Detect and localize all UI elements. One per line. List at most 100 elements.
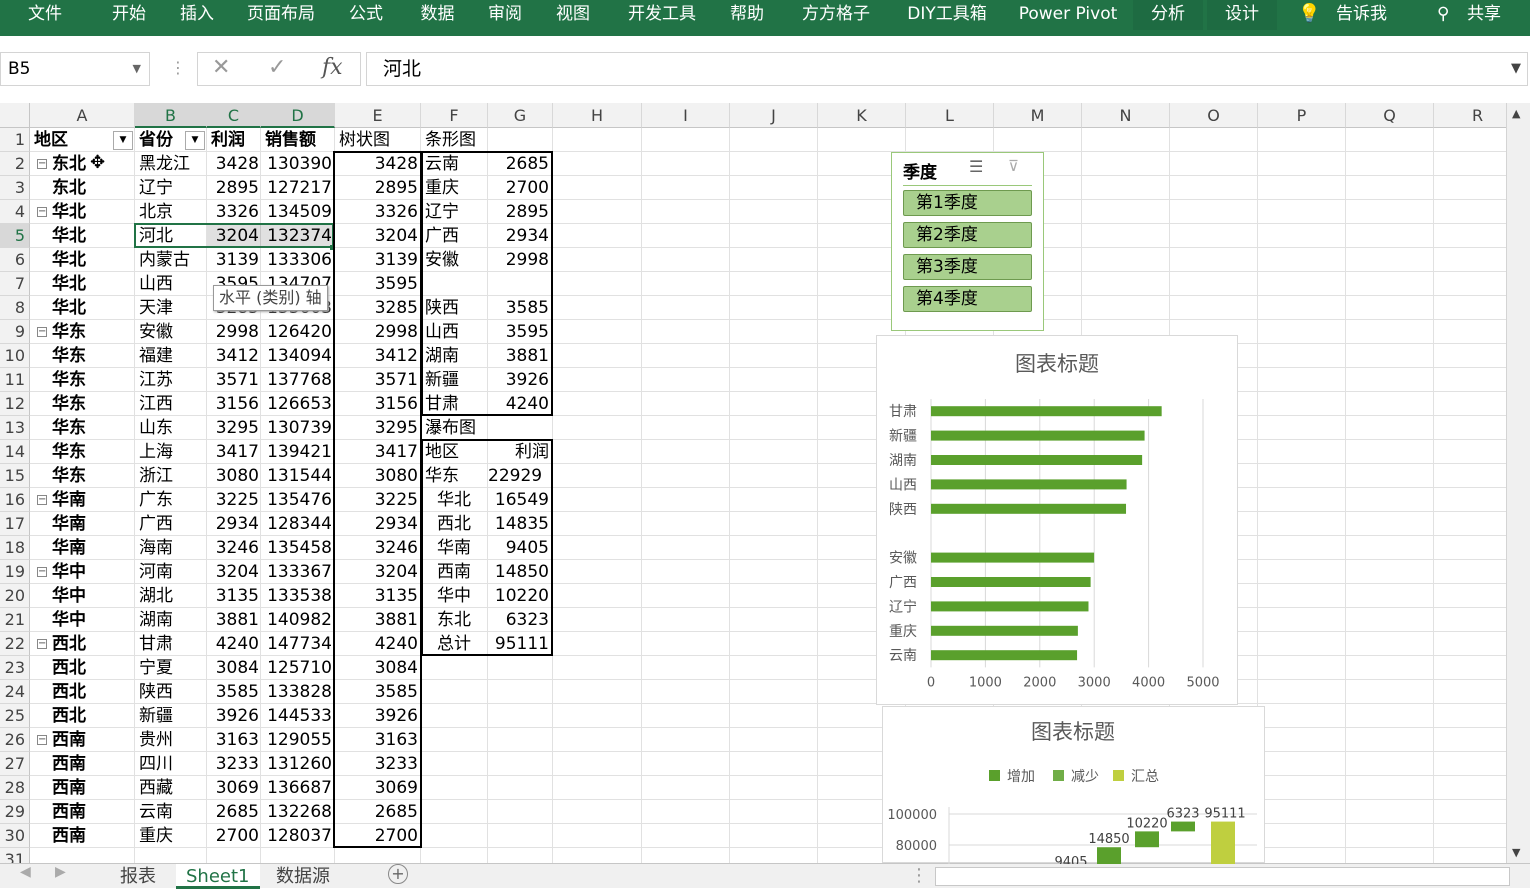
province-cell[interactable]: 湖北 <box>139 584 205 608</box>
bar-value-cell[interactable] <box>488 656 549 680</box>
sales-cell[interactable]: 131544 <box>261 464 332 488</box>
row-header-23[interactable]: 23 <box>0 656 30 680</box>
province-cell[interactable]: 山西 <box>139 272 205 296</box>
column-header-O[interactable]: O <box>1170 103 1258 128</box>
region-cell[interactable]: 华北 <box>52 272 132 296</box>
worksheet-grid[interactable]: A B C D E F G H I J K L M N O P Q R 1 2 3 4 5 6 7 8 9 10 11 12 13 14 15 1… <box>0 103 1506 863</box>
province-cell[interactable]: 陕西 <box>139 680 205 704</box>
scroll-up-icon[interactable]: ▲ <box>1512 107 1520 120</box>
sales-cell[interactable]: 132268 <box>261 800 332 824</box>
province-cell[interactable]: 西藏 <box>139 776 205 800</box>
row-header-22[interactable]: 22 <box>0 632 30 656</box>
formula-input[interactable]: 河北 ▼ <box>366 52 1528 86</box>
bar-value-cell[interactable] <box>488 704 549 728</box>
column-header-J[interactable]: J <box>730 103 818 128</box>
row-header-29[interactable]: 29 <box>0 800 30 824</box>
sales-cell[interactable]: 129055 <box>261 728 332 752</box>
row-header-21[interactable]: 21 <box>0 608 30 632</box>
region-cell[interactable]: 西北 <box>52 632 132 656</box>
ribbon-tab-13[interactable]: 分析 <box>1133 0 1203 30</box>
column-header-K[interactable]: K <box>818 103 906 128</box>
chevron-down-icon[interactable]: ▼ <box>133 53 141 85</box>
bar[interactable] <box>931 577 1091 587</box>
expand-formula-icon[interactable]: ▼ <box>1511 53 1521 85</box>
ribbon-tab-10[interactable]: 方方格子 <box>791 0 881 30</box>
ribbon-tab-11[interactable]: DIY工具箱 <box>897 0 997 30</box>
add-sheet-icon[interactable]: + <box>388 864 408 884</box>
province-cell[interactable]: 湖南 <box>139 608 205 632</box>
profit-cell[interactable]: 2685 <box>207 800 259 824</box>
bar-value-cell[interactable] <box>488 800 549 824</box>
sales-cell[interactable]: 130739 <box>261 416 332 440</box>
province-cell[interactable]: 内蒙古 <box>139 248 205 272</box>
sheet-tab-1[interactable]: Sheet1 <box>176 864 260 889</box>
column-header-I[interactable]: I <box>642 103 730 128</box>
bar[interactable] <box>931 406 1162 417</box>
profit-cell[interactable]: 3585 <box>207 680 259 704</box>
confirm-icon[interactable]: ✓ <box>268 55 286 80</box>
region-cell[interactable]: 华中 <box>52 560 132 584</box>
column-header-C[interactable]: C <box>207 103 261 128</box>
profit-cell[interactable]: 2934 <box>207 512 259 536</box>
ribbon-tab-3[interactable]: 页面布局 <box>236 0 326 30</box>
clear-filter-icon[interactable]: ⊽ <box>1008 157 1019 175</box>
profit-cell[interactable]: 3233 <box>207 752 259 776</box>
region-cell[interactable]: 西南 <box>52 776 132 800</box>
ribbon-tab-14[interactable]: 设计 <box>1207 0 1277 30</box>
slicer-item-4[interactable]: 第4季度 <box>903 286 1032 312</box>
bar[interactable] <box>931 479 1127 490</box>
waterfall-bar[interactable] <box>1171 821 1195 832</box>
row-header-26[interactable]: 26 <box>0 728 30 752</box>
sales-cell[interactable]: 137768 <box>261 368 332 392</box>
ribbon-tab-1[interactable]: 开始 <box>99 0 159 30</box>
collapse-icon[interactable]: − <box>37 207 47 217</box>
province-cell[interactable]: 甘肃 <box>139 632 205 656</box>
sales-cell[interactable]: 128037 <box>261 824 332 848</box>
province-cell[interactable]: 河南 <box>139 560 205 584</box>
name-box[interactable]: B5 ▼ <box>0 52 150 86</box>
filter-dropdown-icon[interactable]: ▼ <box>113 131 133 150</box>
region-cell[interactable]: 华南 <box>52 488 132 512</box>
ribbon-tab-2[interactable]: 插入 <box>167 0 227 30</box>
row-header-28[interactable]: 28 <box>0 776 30 800</box>
region-cell[interactable]: 西南 <box>52 800 132 824</box>
slicer-quarter[interactable]: 季度 ☰ ⊽ 第1季度 第2季度 第3季度 第4季度 <box>891 152 1044 331</box>
column-header-A[interactable]: A <box>30 103 135 128</box>
bar-chart[interactable]: 图表标题 0 1000 2000 3000 4000 5000 甘肃 新疆 湖南 山西 陕西 安徽 广西辽… <box>876 335 1238 705</box>
region-cell[interactable]: 西南 <box>52 824 132 848</box>
profit-cell[interactable]: 3204 <box>207 560 259 584</box>
profit-cell[interactable]: 2998 <box>207 320 259 344</box>
bar-label-cell[interactable] <box>425 776 485 800</box>
region-cell[interactable]: 西南 <box>52 728 132 752</box>
collapse-icon[interactable]: − <box>37 639 47 649</box>
row-header-8[interactable]: 8 <box>0 296 30 320</box>
profit-cell[interactable]: 3156 <box>207 392 259 416</box>
ribbon-tab-4[interactable]: 公式 <box>341 0 391 30</box>
profit-cell[interactable]: 3246 <box>207 536 259 560</box>
scroll-down-icon[interactable]: ▼ <box>1512 846 1520 859</box>
sales-cell[interactable]: 125710 <box>261 656 332 680</box>
row-header-16[interactable]: 16 <box>0 488 30 512</box>
region-cell[interactable]: 华南 <box>52 536 132 560</box>
ribbon-tab-8[interactable]: 开发工具 <box>617 0 707 30</box>
tell-me-box[interactable]: 告诉我 <box>1336 0 1387 30</box>
row-header-10[interactable]: 10 <box>0 344 30 368</box>
profit-cell[interactable]: 3163 <box>207 728 259 752</box>
row-header-20[interactable]: 20 <box>0 584 30 608</box>
bar-value-cell[interactable] <box>488 680 549 704</box>
bar-label-cell[interactable] <box>425 824 485 848</box>
header-sales[interactable]: 销售额 <box>265 128 333 152</box>
bar-label-cell[interactable] <box>425 704 485 728</box>
prev-sheet-icon[interactable]: ◀ <box>20 864 31 880</box>
region-cell[interactable]: 华东 <box>52 368 132 392</box>
profit-cell[interactable]: 3135 <box>207 584 259 608</box>
profit-cell[interactable]: 4240 <box>207 632 259 656</box>
row-header-11[interactable]: 11 <box>0 368 30 392</box>
region-cell[interactable]: 华北 <box>52 200 132 224</box>
profit-cell[interactable]: 3881 <box>207 608 259 632</box>
row-header-2[interactable]: 2 <box>0 152 30 176</box>
sales-cell[interactable]: 147734 <box>261 632 332 656</box>
profit-cell[interactable]: 3412 <box>207 344 259 368</box>
profit-cell[interactable]: 3417 <box>207 440 259 464</box>
sales-cell[interactable]: 139421 <box>261 440 332 464</box>
